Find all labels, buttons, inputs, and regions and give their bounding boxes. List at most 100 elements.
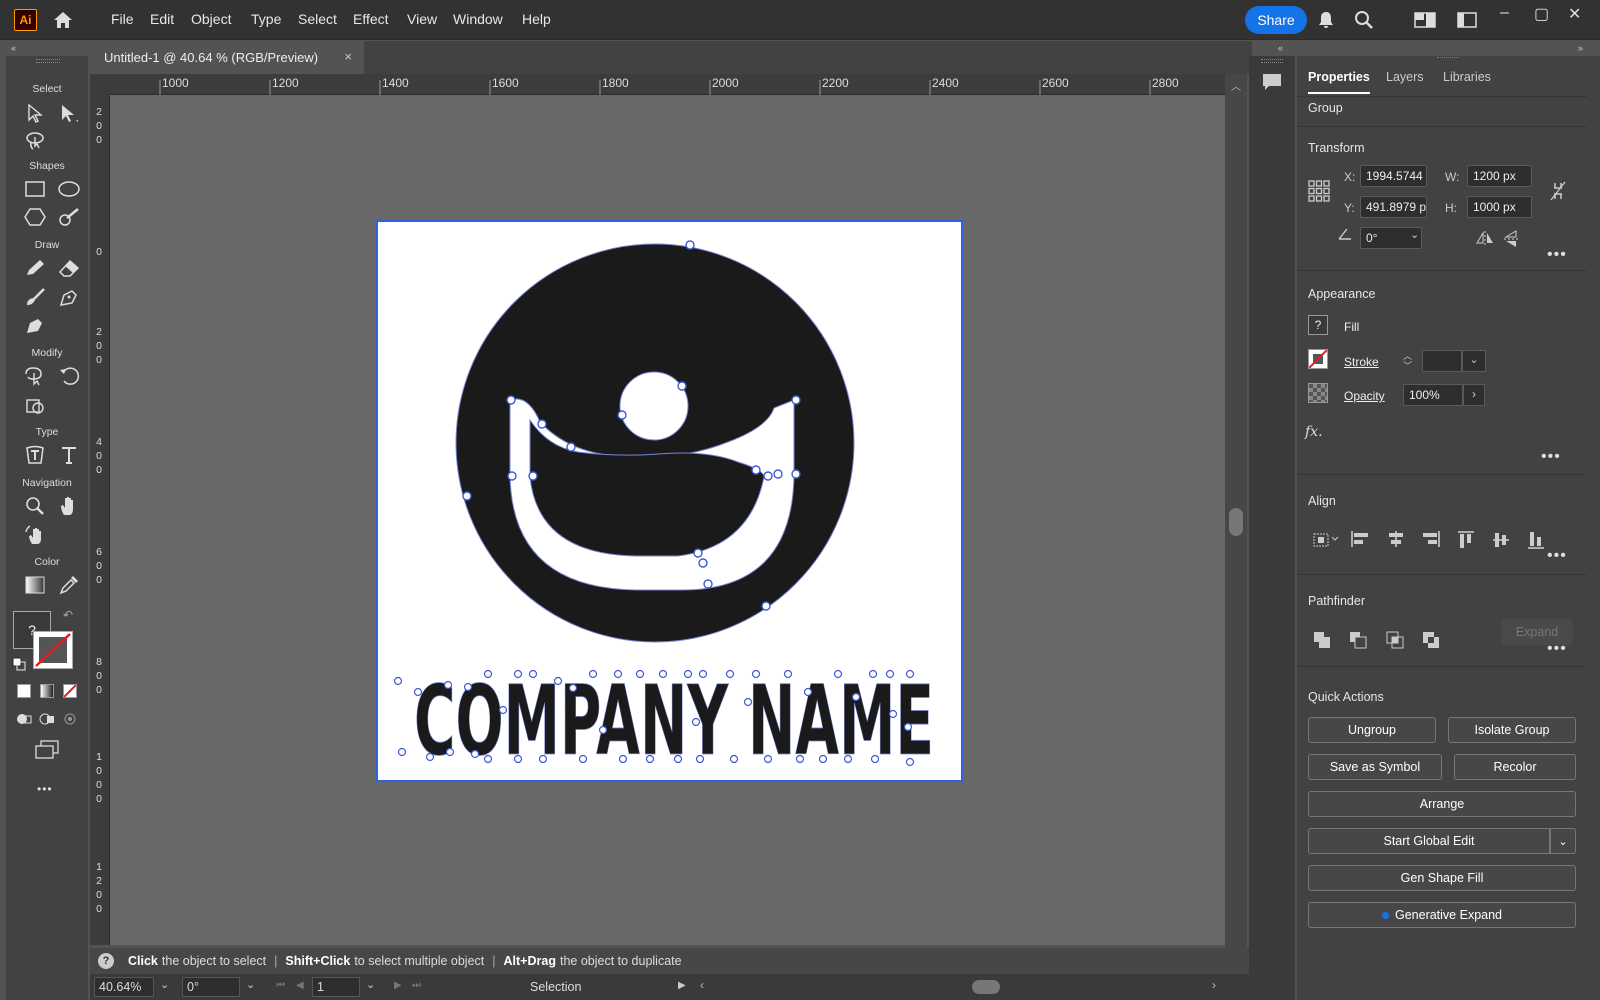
constrain-proportions-icon[interactable] [1549, 180, 1567, 205]
draw-inside-icon[interactable] [62, 712, 78, 729]
paintbrush-tool-icon[interactable] [22, 284, 48, 310]
curvature-tool-icon[interactable] [22, 312, 48, 338]
panel-grip-right[interactable] [1437, 57, 1459, 61]
menu-object[interactable]: Object [191, 11, 231, 27]
direct-selection-tool-icon[interactable] [56, 100, 82, 126]
stroke-color-swatch[interactable] [1308, 349, 1328, 369]
company-name-text[interactable]: COMPANY NAME [414, 665, 935, 778]
rotation-dropdown-icon[interactable]: ⌄ [246, 978, 255, 991]
prev-artboard-icon[interactable]: ◀ [296, 980, 304, 991]
close-tab-icon[interactable]: × [344, 49, 352, 64]
search-icon[interactable] [1354, 10, 1374, 33]
stroke-weight-field[interactable] [1422, 350, 1462, 372]
draw-normal-icon[interactable] [16, 712, 32, 729]
vertical-scroll-thumb[interactable] [1229, 508, 1243, 536]
maximize-icon[interactable]: ▢ [1534, 4, 1549, 24]
live-paint-tool-icon[interactable] [22, 392, 48, 418]
more-tools-icon[interactable]: ••• [37, 782, 53, 796]
h-field[interactable]: 1000 px [1467, 196, 1532, 218]
document-tab[interactable]: Untitled-1 @ 40.64 % (RGB/Preview) × [92, 41, 364, 74]
shaper-tool-icon[interactable] [56, 204, 82, 230]
align-more-icon[interactable]: ••• [1547, 547, 1567, 565]
menu-select[interactable]: Select [298, 11, 337, 27]
pathfinder-exclude-icon[interactable] [1421, 630, 1441, 653]
artboard-dropdown-icon[interactable]: ⌄ [366, 978, 375, 991]
rotation-field[interactable]: 0° [182, 977, 240, 997]
align-horizontal-center-icon[interactable] [1386, 530, 1406, 551]
menu-effect[interactable]: Effect [353, 11, 389, 27]
next-artboard-icon[interactable]: ▶ [394, 980, 402, 991]
fx-icon[interactable]: fx. [1305, 424, 1323, 440]
minimize-icon[interactable]: – [1500, 4, 1509, 22]
touch-type-tool-icon[interactable] [22, 442, 48, 468]
expand-panel-icon[interactable]: » [1578, 43, 1583, 53]
artboard-number-field[interactable]: 1 [312, 977, 360, 997]
rotate-tool-icon[interactable] [56, 363, 82, 389]
status-menu-icon[interactable]: ▶ [678, 980, 686, 991]
scroll-left-icon[interactable]: ‹ [700, 978, 704, 992]
hand-tool-icon[interactable] [56, 493, 82, 519]
isolate-group-button[interactable]: Isolate Group [1448, 717, 1576, 743]
comments-icon[interactable] [1261, 72, 1283, 95]
scroll-up-icon[interactable]: ︿ [1231, 78, 1241, 93]
vertical-ruler[interactable]: 200 0 200 400 600 800 1000 1200 [90, 95, 110, 945]
selection-tool-icon[interactable] [22, 100, 48, 126]
rotate-view-tool-icon[interactable] [22, 522, 48, 548]
color-mode-none[interactable] [63, 684, 77, 698]
home-icon[interactable] [52, 10, 74, 33]
artboard[interactable]: COMPANY NAME [376, 220, 963, 782]
reference-point-icon[interactable] [1308, 180, 1330, 205]
angle-dropdown-icon[interactable]: ⌄ [1410, 228, 1419, 241]
generative-expand-button[interactable]: Generative Expand [1308, 902, 1576, 928]
scroll-right-icon[interactable]: › [1212, 978, 1216, 992]
menu-file[interactable]: File [111, 11, 134, 27]
first-artboard-icon[interactable]: ⏮ [276, 980, 285, 991]
pathfinder-intersect-icon[interactable] [1385, 630, 1405, 653]
screen-mode-icon[interactable] [34, 740, 60, 763]
recolor-button[interactable]: Recolor [1454, 754, 1576, 780]
transform-more-icon[interactable]: ••• [1547, 246, 1567, 264]
logo-artwork[interactable]: COMPANY NAME [378, 222, 961, 780]
appearance-more-icon[interactable]: ••• [1541, 448, 1561, 466]
horizontal-ruler[interactable]: 1000 1200 1400 1600 1800 2000 2200 2400 … [110, 74, 1225, 95]
ungroup-button[interactable]: Ungroup [1308, 717, 1436, 743]
align-top-icon[interactable] [1457, 530, 1475, 553]
gradient-tool-icon[interactable] [22, 572, 48, 598]
color-mode-solid[interactable] [17, 684, 31, 698]
swap-fill-stroke-icon[interactable]: ↶ [63, 608, 73, 622]
polygon-tool-icon[interactable] [22, 204, 48, 230]
toolbar-grip[interactable] [36, 59, 60, 63]
x-field[interactable]: 1994.5744 [1360, 165, 1427, 187]
horizontal-scroll-thumb[interactable] [972, 980, 1000, 994]
pen-tool-icon[interactable] [56, 284, 82, 310]
rectangle-tool-icon[interactable] [22, 176, 48, 202]
stroke-label[interactable]: Stroke [1344, 355, 1379, 369]
menu-help[interactable]: Help [522, 11, 551, 27]
type-tool-icon[interactable] [56, 442, 82, 468]
tab-libraries[interactable]: Libraries [1443, 70, 1491, 84]
eyedropper-tool-icon[interactable] [56, 572, 82, 598]
pathfinder-minus-front-icon[interactable] [1348, 630, 1368, 653]
help-icon[interactable]: ? [98, 953, 114, 969]
pathfinder-more-icon[interactable]: ••• [1547, 640, 1567, 658]
tab-layers[interactable]: Layers [1386, 70, 1424, 84]
flip-horizontal-icon[interactable] [1475, 230, 1495, 249]
tab-properties[interactable]: Properties [1308, 64, 1370, 94]
workspace-switcher-icon[interactable] [1414, 12, 1436, 31]
opacity-field[interactable]: 100% [1403, 384, 1463, 406]
bell-icon[interactable] [1317, 10, 1335, 33]
align-vertical-center-icon[interactable] [1492, 530, 1510, 553]
y-field[interactable]: 491.8979 p [1360, 196, 1427, 218]
zoom-tool-icon[interactable] [22, 493, 48, 519]
menu-edit[interactable]: Edit [150, 11, 174, 27]
align-right-icon[interactable] [1421, 530, 1441, 551]
default-fill-stroke-icon[interactable] [12, 657, 26, 674]
opacity-flyout[interactable]: › [1463, 384, 1485, 406]
zoom-field[interactable]: 40.64% [94, 977, 154, 997]
share-button[interactable]: Share [1245, 6, 1307, 34]
color-mode-gradient[interactable] [40, 684, 54, 698]
stroke-weight-stepper[interactable]: ︿ ﹀ [1403, 351, 1412, 371]
arrange-documents-icon[interactable] [1457, 12, 1477, 31]
save-as-symbol-button[interactable]: Save as Symbol [1308, 754, 1442, 780]
flip-vertical-icon[interactable] [1503, 230, 1519, 251]
